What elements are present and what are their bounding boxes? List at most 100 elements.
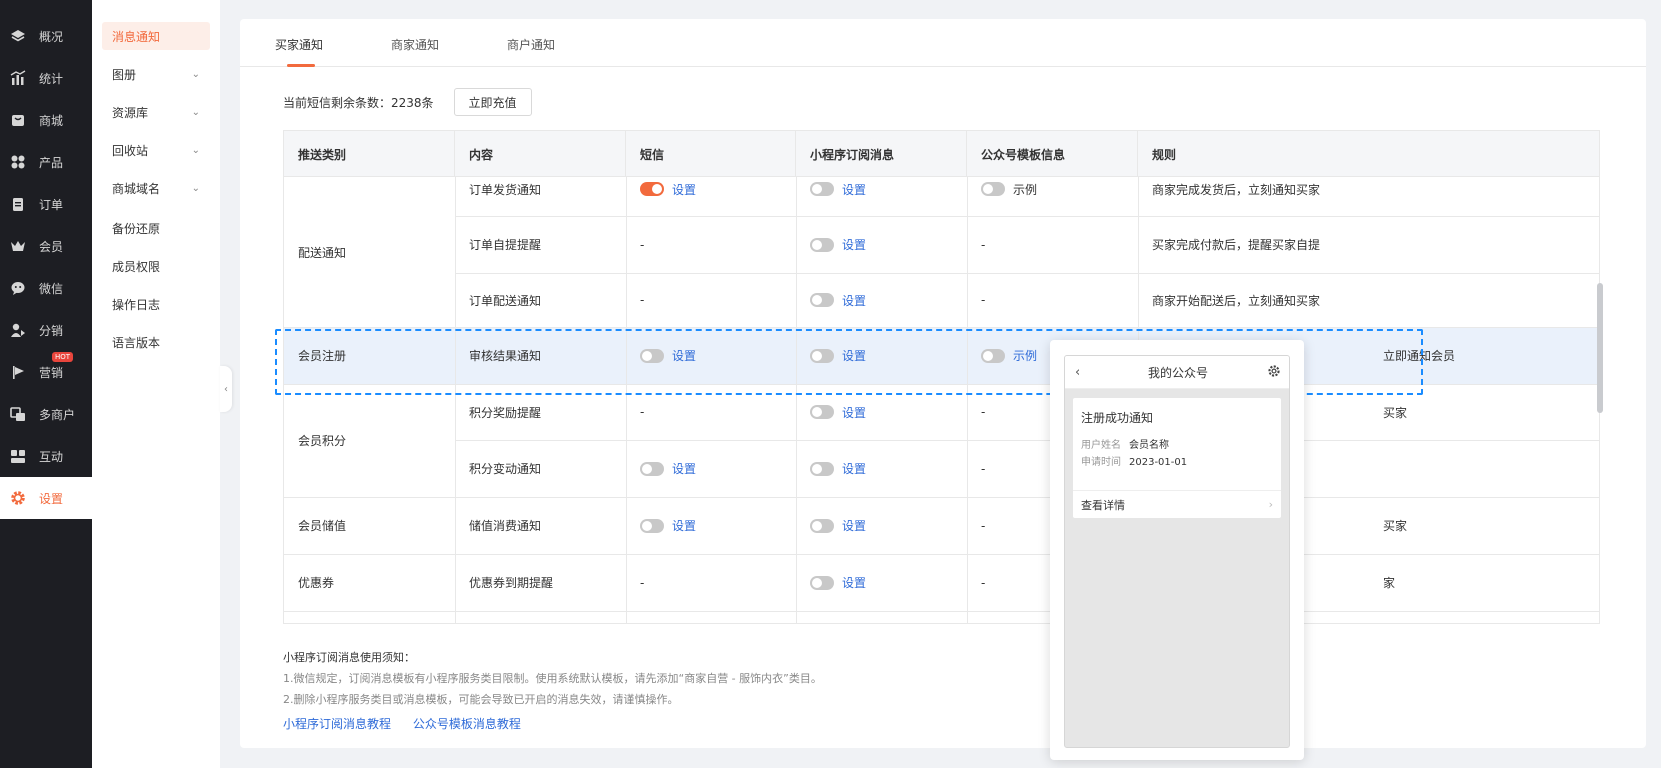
nav-item-stats[interactable]: 统计 <box>0 62 92 94</box>
sms-toggle[interactable] <box>640 461 664 476</box>
submenu-item-album[interactable]: 图册 ⌄ <box>102 60 210 88</box>
back-icon: ‹ <box>1075 365 1081 380</box>
submenu-item-recycle[interactable]: 回收站 ⌄ <box>102 136 210 164</box>
submenu-item-notifications[interactable]: 消息通知 <box>102 22 210 50</box>
col-rule: 规则 <box>1152 147 1177 162</box>
submenu-item-resources[interactable]: 资源库 ⌄ <box>102 98 210 126</box>
submenu-item-backup[interactable]: 备份还原 <box>102 214 210 242</box>
nav-footer <box>0 519 92 768</box>
mp-example-label[interactable]: 示例 <box>1013 181 1037 198</box>
recharge-button[interactable]: 立即充值 <box>453 88 532 116</box>
nav-item-settings[interactable]: 设置 <box>0 477 92 519</box>
layers-icon <box>9 27 27 45</box>
order-icon <box>9 195 27 213</box>
chevron-down-icon: ⌄ <box>191 106 200 118</box>
mini-settings-link[interactable]: 设置 <box>842 236 866 253</box>
sms-toggle[interactable] <box>640 182 664 196</box>
nav-label: 微信 <box>39 281 64 296</box>
tab-seller[interactable]: 商家通知 <box>391 36 439 53</box>
content-cell: 储值消费通知 <box>469 519 542 533</box>
mini-toggle[interactable] <box>810 518 834 533</box>
tab-merchant[interactable]: 商户通知 <box>507 36 555 53</box>
hot-badge: HOT <box>52 352 74 362</box>
chevron-left-icon: ‹ <box>224 383 228 395</box>
submenu-label: 图册 <box>112 67 137 82</box>
submenu-item-domain[interactable]: 商城域名 ⌄ <box>102 174 210 202</box>
official-account-tutorial-link[interactable]: 公众号模板消息教程 <box>413 717 521 731</box>
sms-cell: 设置 <box>626 497 796 554</box>
field-value: 2023-01-01 <box>1129 457 1188 468</box>
sms-cell: - <box>640 237 645 252</box>
mini-toggle[interactable] <box>810 237 834 252</box>
submenu-label: 语言版本 <box>112 335 161 350</box>
nav-label: 互动 <box>39 449 64 464</box>
mini-settings-link[interactable]: 设置 <box>842 292 866 309</box>
sms-settings-link[interactable]: 设置 <box>672 181 696 198</box>
submenu-item-logs[interactable]: 操作日志 <box>102 290 210 318</box>
nav-item-overview[interactable]: 概况 <box>0 20 92 52</box>
nav-item-shop[interactable]: 商城 <box>0 104 92 136</box>
preview-details-row: 查看详情 › <box>1073 490 1281 518</box>
settings-submenu: 消息通知 图册 ⌄ 资源库 ⌄ 回收站 ⌄ 商城域名 ⌄ 备份还原 成员权限 操作日志 … <box>92 0 220 768</box>
merchant-icon <box>9 405 27 423</box>
nav-item-multi-merchant[interactable]: 多商户 <box>0 398 92 430</box>
sms-cell: - <box>640 293 645 307</box>
flag-icon <box>9 363 27 381</box>
submenu-label: 商城域名 <box>112 181 161 196</box>
nav-item-interact[interactable]: 互动 <box>0 440 92 472</box>
mini-toggle[interactable] <box>810 575 834 590</box>
nav-item-distribution[interactable]: 分销 <box>0 314 92 346</box>
notes-line: 1.微信规定，订阅消息模板有小程序服务类目限制。使用系统默认模板，请先添加“商家… <box>283 672 822 685</box>
submenu-item-permissions[interactable]: 成员权限 <box>102 252 210 280</box>
mini-settings-link[interactable]: 设置 <box>842 460 866 477</box>
crown-icon <box>9 237 27 255</box>
mini-cell: 设置 <box>796 554 967 611</box>
preview-account-name: 我的公众号 <box>1147 365 1208 380</box>
nav-label: 会员 <box>39 239 64 254</box>
col-sms: 短信 <box>626 131 796 177</box>
notification-tabs: 买家通知 商家通知 商户通知 <box>240 19 1646 67</box>
mini-toggle[interactable] <box>810 293 834 307</box>
nav-item-marketing[interactable]: 营销 HOT <box>0 352 92 388</box>
mini-settings-link[interactable]: 设置 <box>842 574 866 591</box>
interact-icon <box>9 447 27 465</box>
mini-toggle[interactable] <box>810 182 834 196</box>
row-divider <box>284 611 1599 612</box>
submenu-label: 成员权限 <box>112 259 161 274</box>
collapse-submenu-button[interactable]: ‹ <box>220 366 232 412</box>
distribution-icon <box>9 321 27 339</box>
table-body: 配送通知 会员注册 会员积分 会员储值 优惠券 订单发货通知 设置 设置 示例 … <box>284 177 1599 623</box>
mini-settings-link[interactable]: 设置 <box>842 404 866 421</box>
mp-toggle[interactable] <box>981 182 1005 196</box>
mini-toggle[interactable] <box>810 461 834 476</box>
tab-buyer[interactable]: 买家通知 <box>275 36 323 53</box>
mini-program-tutorial-link[interactable]: 小程序订阅消息教程 <box>283 717 391 731</box>
mp-cell: - <box>981 293 986 307</box>
mini-settings-link[interactable]: 设置 <box>842 181 866 198</box>
sms-settings-link[interactable]: 设置 <box>672 460 696 477</box>
mini-settings-link[interactable]: 设置 <box>842 517 866 534</box>
sms-toggle[interactable] <box>640 518 664 533</box>
table-scrollbar[interactable] <box>1597 283 1603 413</box>
gear-icon <box>9 489 27 507</box>
col-official-account: 公众号模板信息 <box>967 131 1138 177</box>
sms-balance-row: 当前短信剩余条数：2238条 立即充值 <box>283 88 532 116</box>
submenu-item-language[interactable]: 语言版本 <box>102 328 210 356</box>
content-cell: 积分变动通知 <box>469 462 542 476</box>
rule-cell: 商家完成发货后，立刻通知买家 <box>1152 182 1321 197</box>
notes-line: 2.删除小程序服务类目或消息模板，可能会导致已开启的消息失效，请谨慎操作。 <box>283 693 679 706</box>
sms-remaining: 当前短信剩余条数：2238条 <box>283 95 434 110</box>
nav-item-wechat[interactable]: 微信 <box>0 272 92 304</box>
mini-toggle[interactable] <box>810 405 834 419</box>
nav-label: 商城 <box>39 113 64 128</box>
rule-cell: 家 <box>1383 576 1396 590</box>
nav-item-member[interactable]: 会员 <box>0 230 92 262</box>
group-label: 会员积分 <box>298 434 347 448</box>
mini-cell: 设置 <box>796 273 967 327</box>
sms-settings-link[interactable]: 设置 <box>672 517 696 534</box>
nav-label: 多商户 <box>39 407 76 422</box>
submenu-label: 备份还原 <box>112 221 161 236</box>
nav-item-order[interactable]: 订单 <box>0 188 92 220</box>
mp-cell: 示例 <box>967 177 1138 201</box>
nav-item-product[interactable]: 产品 <box>0 146 92 178</box>
